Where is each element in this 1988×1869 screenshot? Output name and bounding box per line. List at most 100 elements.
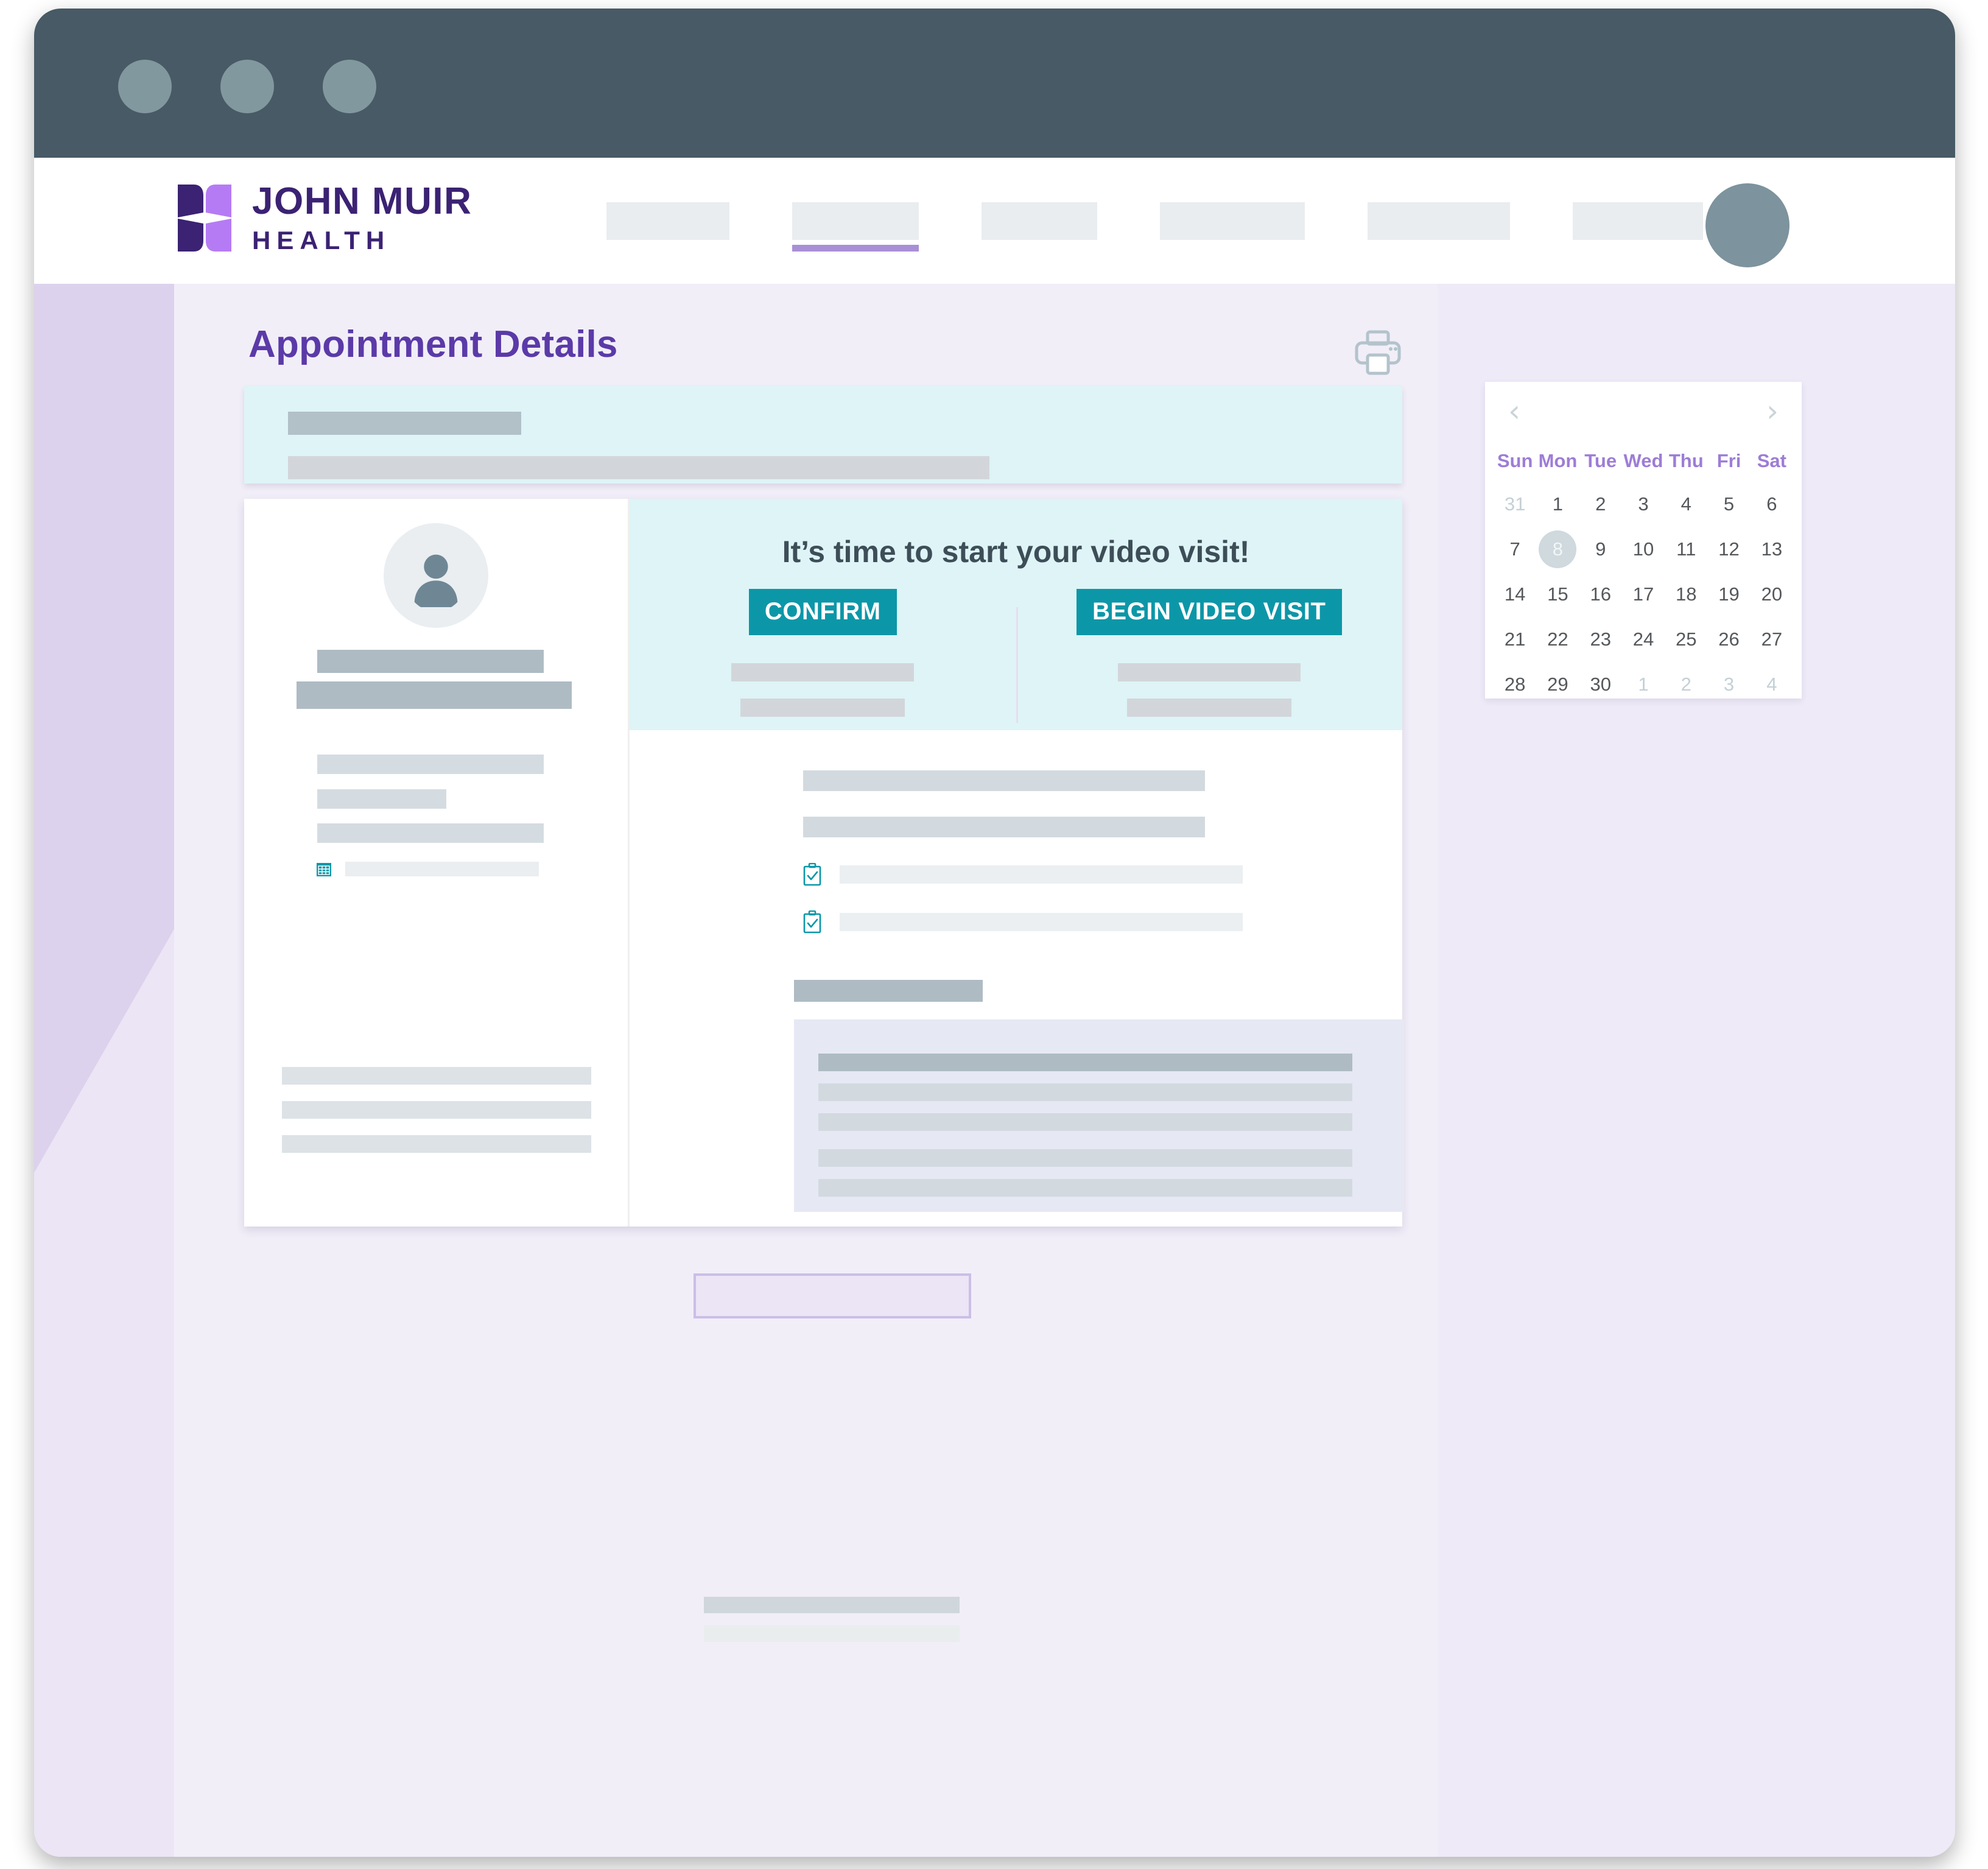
provider-footer-line-2: [282, 1101, 591, 1119]
calendar-day-number: 8: [1552, 538, 1564, 560]
nav-item-4[interactable]: [1160, 202, 1305, 240]
calendar-week-row: 7 8 9 10 11 12 13: [1494, 527, 1793, 572]
nav-item-5[interactable]: [1368, 202, 1510, 240]
calendar-day-number: 1: [1638, 674, 1649, 695]
calendar-day[interactable]: 30: [1579, 662, 1622, 707]
calendar-day[interactable]: 16: [1579, 572, 1622, 617]
calendar-day[interactable]: 6: [1751, 482, 1793, 527]
calendar-day-number: 28: [1504, 674, 1526, 695]
details-panel-line-2: [818, 1083, 1352, 1101]
calendar-day[interactable]: 23: [1579, 617, 1622, 662]
video-visit-banner: It’s time to start your video visit! CON…: [630, 499, 1402, 730]
calendar-day-number: 20: [1761, 583, 1783, 605]
calendar-day-number: 4: [1766, 674, 1777, 695]
nav-item-2[interactable]: [792, 202, 919, 252]
chevron-left-icon[interactable]: ‹: [1502, 395, 1526, 428]
details-panel-line-3: [818, 1113, 1352, 1131]
browser-window: JOHN MUIR HEALTH Appointment Details It’…: [34, 9, 1955, 1857]
calendar-day-number: 13: [1761, 538, 1783, 560]
checklist-item-1-placeholder: [840, 865, 1243, 884]
visit-panel: It’s time to start your video visit! CON…: [630, 499, 1404, 1227]
maximize-dot[interactable]: [323, 60, 376, 113]
calendar-day[interactable]: 28: [1494, 662, 1536, 707]
calendar-day[interactable]: 22: [1536, 617, 1579, 662]
details-section-heading-placeholder: [794, 980, 983, 1002]
calendar-day[interactable]: 4: [1665, 482, 1707, 527]
checklist-item-1[interactable]: [803, 863, 1243, 886]
provider-date-placeholder: [345, 862, 539, 876]
nav-item-3[interactable]: [982, 202, 1097, 240]
calendar-weekday-wed: Wed: [1623, 450, 1663, 471]
calendar-weekday-thu: Thu: [1668, 450, 1704, 471]
appointment-info-banner: [244, 386, 1402, 484]
calendar-day-today[interactable]: 8: [1536, 527, 1579, 572]
nav-item-placeholder: [606, 202, 729, 240]
calendar-widget: ‹ › Sun Mon Tue Wed Thu Fri Sat 31 1 2 3 4 5 6 7 8 9 10 11…: [1485, 382, 1802, 699]
calendar-day[interactable]: 1: [1622, 662, 1665, 707]
calendar-day[interactable]: 17: [1622, 572, 1665, 617]
calendar-day[interactable]: 29: [1536, 662, 1579, 707]
calendar-day[interactable]: 9: [1579, 527, 1622, 572]
confirm-button[interactable]: CONFIRM: [748, 589, 897, 635]
calendar-day[interactable]: 2: [1579, 482, 1622, 527]
user-avatar-icon[interactable]: [1705, 183, 1790, 267]
calendar-day[interactable]: 3: [1707, 662, 1750, 707]
calendar-day[interactable]: 21: [1494, 617, 1536, 662]
confirm-sub-line-1: [731, 663, 915, 681]
calendar-day-number: 4: [1681, 493, 1691, 515]
begin-video-visit-button[interactable]: BEGIN VIDEO VISIT: [1076, 589, 1342, 635]
minimize-dot[interactable]: [220, 60, 274, 113]
calendar-day[interactable]: 24: [1622, 617, 1665, 662]
calendar-day[interactable]: 13: [1751, 527, 1793, 572]
nav-active-underline: [792, 244, 919, 252]
calendar-day-number: 21: [1504, 628, 1526, 650]
clipboard-check-icon: [803, 910, 821, 934]
calendar-day[interactable]: 26: [1707, 617, 1750, 662]
calendar-day-number: 29: [1547, 674, 1568, 695]
confirm-column: CONFIRM: [630, 589, 1016, 717]
secondary-action-box[interactable]: [694, 1273, 971, 1318]
brand-logo[interactable]: JOHN MUIR HEALTH: [175, 182, 472, 254]
calendar-day[interactable]: 25: [1665, 617, 1707, 662]
calendar-weekday-sun: Sun: [1497, 450, 1533, 471]
nav-item-1[interactable]: [606, 202, 729, 240]
calendar-day-number: 2: [1681, 674, 1691, 695]
details-panel: [794, 1019, 1404, 1212]
calendar-day[interactable]: 1: [1536, 482, 1579, 527]
calendar-day[interactable]: 10: [1622, 527, 1665, 572]
calendar-day-number: 23: [1590, 628, 1611, 650]
calendar-day[interactable]: 18: [1665, 572, 1707, 617]
calendar-day-number: 17: [1632, 583, 1654, 605]
calendar-day-number: 3: [1638, 493, 1649, 515]
nav-item-placeholder: [982, 202, 1097, 240]
page-title: Appointment Details: [248, 323, 618, 365]
calendar-day[interactable]: 2: [1665, 662, 1707, 707]
calendar-weekday-fri: Fri: [1716, 450, 1741, 471]
calendar-day[interactable]: 3: [1622, 482, 1665, 527]
chevron-right-icon[interactable]: ›: [1760, 395, 1785, 428]
calendar-day[interactable]: 20: [1751, 572, 1793, 617]
calendar-weekday-row: Sun Mon Tue Wed Thu Fri Sat: [1494, 440, 1793, 482]
calendar-weekday-sat: Sat: [1757, 450, 1786, 471]
nav-item-placeholder: [1368, 202, 1510, 240]
calendar-day[interactable]: 27: [1751, 617, 1793, 662]
checklist-item-2[interactable]: [803, 910, 1243, 934]
calendar-day[interactable]: 15: [1536, 572, 1579, 617]
calendar-nav: ‹ ›: [1485, 395, 1802, 428]
calendar-day[interactable]: 7: [1494, 527, 1536, 572]
nav-item-6[interactable]: [1573, 202, 1703, 240]
provider-panel: [244, 499, 630, 1227]
calendar-day-number: 18: [1676, 583, 1697, 605]
calendar-day[interactable]: 19: [1707, 572, 1750, 617]
printer-icon[interactable]: [1354, 330, 1402, 375]
calendar-day[interactable]: 12: [1707, 527, 1750, 572]
provider-footer-line-3: [282, 1135, 591, 1153]
calendar-day[interactable]: 11: [1665, 527, 1707, 572]
calendar-day[interactable]: 14: [1494, 572, 1536, 617]
video-visit-heading: It’s time to start your video visit!: [782, 535, 1250, 569]
calendar-day[interactable]: 31: [1494, 482, 1536, 527]
close-dot[interactable]: [118, 60, 172, 113]
provider-footer-line-1: [282, 1067, 591, 1085]
calendar-day[interactable]: 5: [1707, 482, 1750, 527]
calendar-day[interactable]: 4: [1751, 662, 1793, 707]
